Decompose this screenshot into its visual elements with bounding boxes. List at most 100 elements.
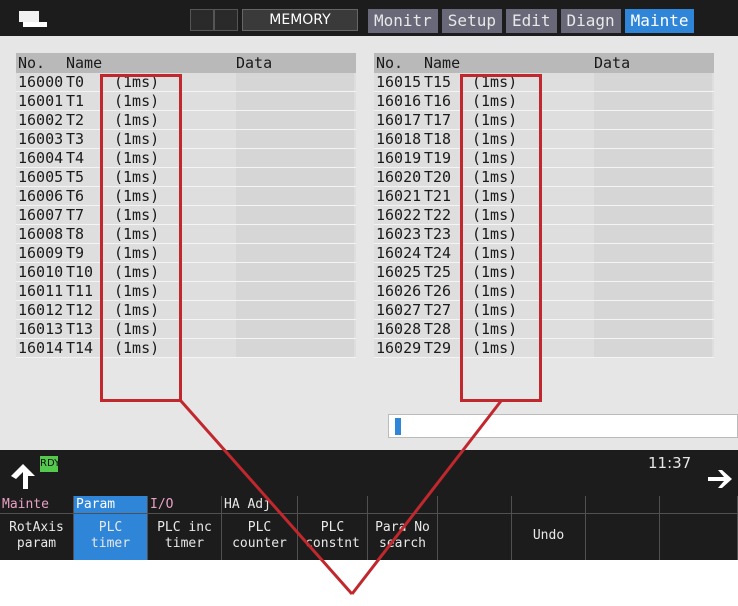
softkey-label-line1: PLC <box>98 520 123 535</box>
table-row[interactable]: 16010 T10 (1ms) <box>16 263 356 282</box>
table-row[interactable]: 16007 T7 (1ms) <box>16 206 356 225</box>
param-data[interactable] <box>236 168 354 186</box>
softkey-1[interactable]: Mainte RotAxis param <box>0 496 74 560</box>
table-row[interactable]: 16024 T24 (1ms) <box>374 244 714 263</box>
tab-monitr[interactable]: Monitr <box>368 9 438 33</box>
arrow-right-icon[interactable] <box>706 468 734 490</box>
tab-edit[interactable]: Edit <box>505 9 557 33</box>
param-data[interactable] <box>236 339 354 357</box>
param-data[interactable] <box>594 244 712 262</box>
param-data[interactable] <box>594 225 712 243</box>
table-row[interactable]: 16018 T18 (1ms) <box>374 130 714 149</box>
softkey-label-line1: RotAxis <box>9 520 64 535</box>
table-row[interactable]: 16004 T4 (1ms) <box>16 149 356 168</box>
table-row[interactable]: 16008 T8 (1ms) <box>16 225 356 244</box>
arrow-up-icon[interactable] <box>10 462 36 490</box>
softkey-10[interactable] <box>660 496 738 560</box>
table-row[interactable]: 16012 T12 (1ms) <box>16 301 356 320</box>
table-row[interactable]: 16001 T1 (1ms) <box>16 92 356 111</box>
param-data[interactable] <box>236 206 354 224</box>
param-data[interactable] <box>594 263 712 281</box>
param-data[interactable] <box>594 168 712 186</box>
col-header-data: Data <box>236 54 273 72</box>
tab-mainte[interactable]: Mainte <box>624 9 695 33</box>
table-row[interactable]: 16017 T17 (1ms) <box>374 111 714 130</box>
input-field[interactable] <box>388 414 738 438</box>
table-row[interactable]: 16019 T19 (1ms) <box>374 149 714 168</box>
param-data[interactable] <box>594 187 712 205</box>
softkey-3[interactable]: I/O PLC inc timer <box>148 496 222 560</box>
param-name: T10 <box>66 263 94 281</box>
table-row[interactable]: 16026 T26 (1ms) <box>374 282 714 301</box>
param-data[interactable] <box>236 73 354 91</box>
table-row[interactable]: 16015 T15 (1ms) <box>374 73 714 92</box>
param-data[interactable] <box>236 282 354 300</box>
table-row[interactable]: 16009 T9 (1ms) <box>16 244 356 263</box>
table-row[interactable]: 16020 T20 (1ms) <box>374 168 714 187</box>
table-row[interactable]: 16016 T16 (1ms) <box>374 92 714 111</box>
param-data[interactable] <box>594 282 712 300</box>
param-name: T27 <box>424 301 452 319</box>
table-row[interactable]: 16028 T28 (1ms) <box>374 320 714 339</box>
param-name: T14 <box>66 339 94 357</box>
table-row[interactable]: 16000 T0 (1ms) <box>16 73 356 92</box>
param-name: T28 <box>424 320 452 338</box>
param-data[interactable] <box>236 301 354 319</box>
param-data[interactable] <box>236 225 354 243</box>
table-row[interactable]: 16014 T14 (1ms) <box>16 339 356 358</box>
table-row[interactable]: 16006 T6 (1ms) <box>16 187 356 206</box>
softkey-7[interactable] <box>438 496 512 560</box>
param-data[interactable] <box>594 320 712 338</box>
softkey-group-label: Param <box>74 496 147 514</box>
tab-diagn[interactable]: Diagn <box>560 9 621 33</box>
param-data[interactable] <box>594 301 712 319</box>
param-name: T23 <box>424 225 452 243</box>
param-data[interactable] <box>236 320 354 338</box>
param-data[interactable] <box>594 149 712 167</box>
table-row[interactable]: 16003 T3 (1ms) <box>16 130 356 149</box>
top-bar: MEMORY Monitr Setup Edit Diagn Mainte <box>0 0 738 36</box>
param-name: T2 <box>66 111 85 129</box>
softkey-4[interactable]: HA Adj. PLC counter <box>222 496 298 560</box>
softkey-5[interactable]: PLC constnt <box>298 496 368 560</box>
param-table-left: No. Name Data 16000 T0 (1ms) 16001 T1 (1ms) 16… <box>16 53 356 358</box>
table-row[interactable]: 16005 T5 (1ms) <box>16 168 356 187</box>
softkey-2[interactable]: Param PLC timer <box>74 496 148 560</box>
param-data[interactable] <box>236 244 354 262</box>
table-row[interactable]: 16025 T25 (1ms) <box>374 263 714 282</box>
param-name: T26 <box>424 282 452 300</box>
table-row[interactable]: 16011 T11 (1ms) <box>16 282 356 301</box>
param-name: T4 <box>66 149 85 167</box>
param-data[interactable] <box>236 263 354 281</box>
param-data[interactable] <box>594 73 712 91</box>
param-data[interactable] <box>594 92 712 110</box>
table-row[interactable]: 16022 T22 (1ms) <box>374 206 714 225</box>
param-data[interactable] <box>594 339 712 357</box>
param-data[interactable] <box>236 187 354 205</box>
table-row[interactable]: 16023 T23 (1ms) <box>374 225 714 244</box>
param-data[interactable] <box>594 111 712 129</box>
param-data[interactable] <box>236 111 354 129</box>
table-row[interactable]: 16002 T2 (1ms) <box>16 111 356 130</box>
table-row[interactable]: 16013 T13 (1ms) <box>16 320 356 339</box>
param-number: 16000 <box>18 73 64 91</box>
table-row[interactable]: 16021 T21 (1ms) <box>374 187 714 206</box>
table-row[interactable]: 16027 T27 (1ms) <box>374 301 714 320</box>
param-name: T24 <box>424 244 452 262</box>
table-row[interactable]: 16029 T29 (1ms) <box>374 339 714 358</box>
param-name: T25 <box>424 263 452 281</box>
param-data[interactable] <box>236 130 354 148</box>
param-name: T16 <box>424 92 452 110</box>
softkey-6[interactable]: Para No search <box>368 496 438 560</box>
param-data[interactable] <box>236 92 354 110</box>
param-data[interactable] <box>236 149 354 167</box>
param-data[interactable] <box>594 206 712 224</box>
screen-logo-icon <box>19 11 47 27</box>
param-data[interactable] <box>594 130 712 148</box>
status-bar <box>0 450 738 496</box>
softkey-9[interactable] <box>586 496 660 560</box>
softkey-8[interactable]: Undo <box>512 496 586 560</box>
param-name: T5 <box>66 168 85 186</box>
tab-setup[interactable]: Setup <box>441 9 502 33</box>
softkey-group-label <box>438 496 511 514</box>
